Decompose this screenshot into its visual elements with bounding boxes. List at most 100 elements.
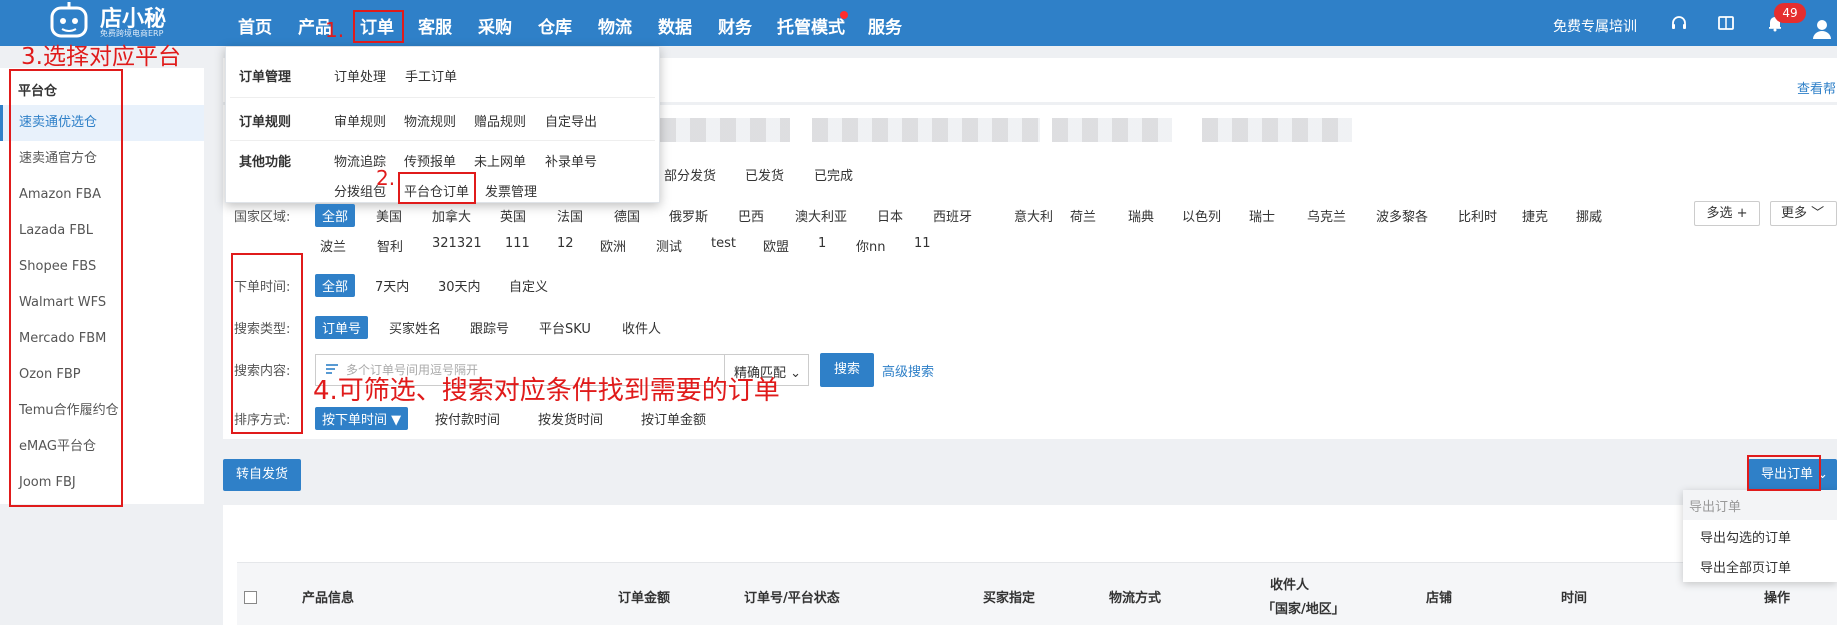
search-button[interactable]: 搜索 [820, 353, 874, 387]
region-label: 国家区域: [234, 210, 291, 225]
menu-item-order-processing[interactable]: 订单处理 [334, 66, 386, 85]
search-type-tracking[interactable]: 跟踪号 [470, 318, 509, 337]
annotation-step2: 2. [376, 166, 396, 190]
region-option[interactable]: 波兰 [320, 236, 346, 255]
menu-item-add-tracking[interactable]: 补录单号 [545, 151, 597, 170]
region-option[interactable]: 荷兰 [1070, 206, 1096, 225]
menu-item-review-rules[interactable]: 审单规则 [334, 111, 386, 130]
region-option[interactable]: 澳大利亚 [795, 206, 847, 225]
search-type-recipient[interactable]: 收件人 [622, 318, 661, 337]
sort-by-amount[interactable]: 按订单金额 [641, 409, 706, 428]
region-option[interactable]: 西班牙 [933, 206, 972, 225]
region-option[interactable]: 欧洲 [600, 236, 626, 255]
menu-item-invoice[interactable]: 发票管理 [485, 181, 537, 200]
region-option[interactable]: 智利 [377, 236, 403, 255]
region-option[interactable]: 你nn [856, 236, 885, 255]
nav-service[interactable]: 客服 [418, 13, 452, 38]
menu-item-not-online[interactable]: 未上网单 [474, 151, 526, 170]
menu-item-custom-export[interactable]: 自定导出 [545, 111, 597, 130]
multi-select-button[interactable]: 多选 + [1694, 201, 1760, 226]
nav-hosting[interactable]: 托管模式 [777, 13, 845, 38]
region-option[interactable]: 欧盟 [763, 236, 789, 255]
region-option[interactable]: 英国 [500, 206, 526, 225]
region-option[interactable]: 俄罗斯 [669, 206, 708, 225]
annotation-box-filters [231, 253, 303, 434]
order-time-30days[interactable]: 30天内 [438, 276, 481, 295]
region-option[interactable]: 意大利 [1014, 206, 1053, 225]
help-link[interactable]: 查看帮 [1797, 78, 1836, 97]
region-option[interactable]: 日本 [877, 206, 903, 225]
book-icon[interactable] [1717, 14, 1735, 32]
region-option[interactable]: 波多黎各 [1376, 206, 1428, 225]
region-option[interactable]: 捷克 [1522, 206, 1548, 225]
status-tab-shipped[interactable]: 已发货 [745, 165, 784, 184]
menu-group-order-rules: 订单规则 [239, 115, 292, 130]
nav-services[interactable]: 服务 [868, 13, 902, 38]
sort-by-order-time[interactable]: 按下单时间 ▼ [315, 407, 409, 430]
menu-item-logistics-rules[interactable]: 物流规则 [404, 111, 456, 130]
order-time-custom[interactable]: 自定义 [509, 276, 548, 295]
advanced-search-link[interactable]: 高级搜索 [882, 361, 934, 380]
region-option[interactable]: 乌克兰 [1307, 206, 1346, 225]
blurred-store-tab [1202, 118, 1352, 142]
nav-purchase[interactable]: 采购 [478, 13, 512, 38]
th-recipient: 收件人 [1270, 578, 1310, 593]
nav-logistics[interactable]: 物流 [598, 13, 632, 38]
sort-by-pay-time[interactable]: 按付款时间 [435, 409, 500, 428]
search-type-sku[interactable]: 平台SKU [539, 318, 591, 337]
nav-home[interactable]: 首页 [238, 13, 272, 38]
region-option[interactable]: 比利时 [1458, 206, 1497, 225]
region-option[interactable]: 测试 [656, 236, 682, 255]
region-option[interactable]: 321321 [432, 236, 482, 251]
select-all-checkbox[interactable] [244, 591, 257, 604]
nav-warehouse[interactable]: 仓库 [538, 13, 572, 38]
order-time-all[interactable]: 全部 [315, 274, 356, 297]
annotation-step4: 4.可筛选、搜索对应条件找到需要的订单 [313, 376, 780, 406]
user-avatar-icon[interactable] [1812, 18, 1837, 40]
training-link[interactable]: 免费专属培训 [1553, 16, 1637, 36]
status-tab-completed[interactable]: 已完成 [814, 165, 853, 184]
robot-logo-icon[interactable] [46, 2, 92, 42]
region-option[interactable]: 全部 [315, 204, 356, 227]
export-dropdown-title: 导出订单 [1683, 490, 1837, 520]
more-label: 更多 [1781, 206, 1808, 221]
headset-icon[interactable] [1670, 14, 1688, 32]
annotation-box-orders [353, 10, 404, 43]
nav-data[interactable]: 数据 [658, 13, 692, 38]
annotation-box-platform-orders [398, 172, 476, 204]
more-regions-button[interactable]: 更多 ﹀ [1770, 201, 1837, 226]
sort-by-order-time-label: 按下单时间 [322, 413, 388, 428]
transfer-self-ship-button[interactable]: 转自发货 [223, 459, 301, 491]
th-actions: 操作 [1764, 591, 1791, 606]
th-time: 时间 [1561, 591, 1588, 606]
region-option[interactable]: 法国 [557, 206, 583, 225]
region-option[interactable]: 12 [557, 236, 574, 251]
region-option[interactable]: 美国 [376, 206, 402, 225]
menu-item-manual-order[interactable]: 手工订单 [405, 66, 457, 85]
region-option[interactable]: 德国 [614, 206, 640, 225]
region-option[interactable]: 瑞典 [1128, 206, 1154, 225]
th-country-region: 「国家/地区」 [1262, 602, 1345, 617]
search-type-order-no[interactable]: 订单号 [315, 316, 369, 339]
region-option[interactable]: 111 [505, 236, 530, 251]
nav-new-dot [840, 11, 848, 19]
annotation-step3: 3.选择对应平台 [21, 44, 181, 70]
menu-item-gift-rules[interactable]: 赠品规则 [474, 111, 526, 130]
region-option[interactable]: 11 [914, 236, 931, 251]
nav-finance[interactable]: 财务 [718, 13, 752, 38]
region-option[interactable]: 以色列 [1182, 206, 1221, 225]
region-option[interactable]: 1 [818, 236, 826, 251]
sort-by-ship-time[interactable]: 按发货时间 [538, 409, 603, 428]
search-type-buyer[interactable]: 买家姓名 [389, 318, 441, 337]
region-option[interactable]: 巴西 [738, 206, 764, 225]
region-option[interactable]: 瑞士 [1249, 206, 1275, 225]
export-selected-orders[interactable]: 导出勾选的订单 [1700, 527, 1791, 546]
status-tab-partial-shipped[interactable]: 部分发货 [664, 165, 716, 184]
region-option[interactable]: 加拿大 [432, 206, 471, 225]
region-option[interactable]: test [711, 236, 736, 251]
export-all-page-orders[interactable]: 导出全部页订单 [1700, 557, 1791, 576]
annotation-step1: 1. [325, 18, 345, 42]
menu-item-pre-report[interactable]: 传预报单 [404, 151, 456, 170]
region-option[interactable]: 挪威 [1576, 206, 1602, 225]
order-time-7days[interactable]: 7天内 [375, 276, 409, 295]
